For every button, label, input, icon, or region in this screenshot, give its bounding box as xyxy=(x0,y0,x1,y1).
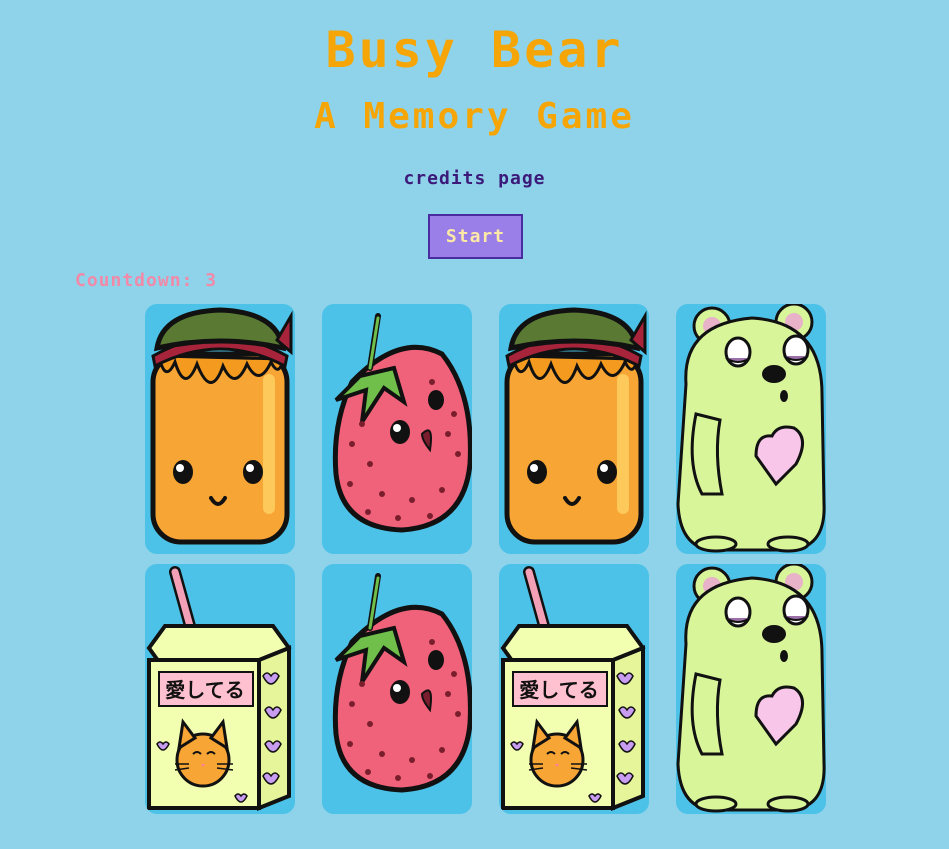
card-strawberry[interactable] xyxy=(322,304,472,554)
juice-box-label: 愛してる xyxy=(519,678,598,702)
honey-jar-icon xyxy=(145,304,295,554)
start-button[interactable]: Start xyxy=(428,214,523,259)
card-honey-jar[interactable] xyxy=(499,304,649,554)
bear-icon xyxy=(676,564,826,813)
strawberry-icon xyxy=(322,304,472,554)
game-subtitle: A Memory Game xyxy=(314,96,635,137)
countdown-display: Countdown: 3 xyxy=(75,270,218,291)
juice-box-label: 愛してる xyxy=(165,678,244,702)
credits-link[interactable]: credits page xyxy=(0,168,949,189)
card-bear[interactable] xyxy=(676,564,826,814)
strawberry-icon xyxy=(322,564,472,814)
game-title: Busy Bear xyxy=(325,21,624,79)
card-juice-box[interactable]: 愛してる xyxy=(499,564,649,814)
bear-icon xyxy=(676,304,826,553)
card-strawberry[interactable] xyxy=(322,564,472,814)
juice-box-icon: 愛してる xyxy=(145,564,295,814)
card-juice-box[interactable]: 愛してる xyxy=(145,564,295,814)
honey-jar-icon xyxy=(499,304,649,554)
card-honey-jar[interactable] xyxy=(145,304,295,554)
card-bear[interactable] xyxy=(676,304,826,554)
juice-box-icon: 愛してる xyxy=(499,564,649,814)
